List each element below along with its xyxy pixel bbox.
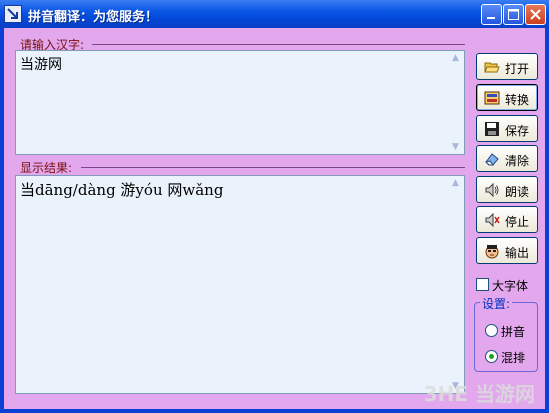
convert-button[interactable]: 转换 bbox=[476, 84, 538, 111]
clear-button[interactable]: 清除 bbox=[476, 145, 538, 172]
minimize-icon bbox=[487, 17, 495, 19]
window-title: 拼音翻译：为您服务！ bbox=[28, 10, 159, 25]
result-group-divider bbox=[81, 167, 465, 168]
input-textbox[interactable]: 当游网 ▲ ▼ bbox=[15, 50, 465, 155]
close-button[interactable] bbox=[525, 4, 546, 25]
read-aloud-button[interactable]: 朗读 bbox=[476, 176, 538, 203]
maximize-button[interactable] bbox=[503, 4, 524, 25]
open-folder-icon bbox=[484, 62, 500, 73]
minimize-button[interactable] bbox=[481, 4, 502, 25]
stop-button[interactable]: 停止 bbox=[476, 206, 538, 233]
clear-button-label: 清除 bbox=[505, 154, 530, 168]
face-icon bbox=[485, 245, 499, 259]
eraser-icon bbox=[485, 153, 499, 166]
output-button[interactable]: 输出 bbox=[476, 237, 538, 264]
save-button[interactable]: 保存 bbox=[476, 115, 538, 142]
client-area: 请输入汉字: 当游网 ▲ ▼ 显示结果: 当dāng/dàng 游yóu 网wǎ… bbox=[4, 28, 545, 409]
app-icon[interactable] bbox=[4, 5, 22, 23]
open-button[interactable]: 打开 bbox=[476, 53, 538, 80]
large-font-checkbox[interactable] bbox=[476, 278, 489, 291]
mixed-radio-label: 混排 bbox=[501, 351, 526, 365]
open-button-label: 打开 bbox=[505, 62, 530, 76]
input-group-divider bbox=[92, 44, 465, 45]
maximize-icon bbox=[508, 9, 519, 20]
scroll-up-icon[interactable]: ▲ bbox=[452, 53, 459, 63]
input-scrollbar[interactable]: ▲ ▼ bbox=[447, 51, 464, 154]
stop-button-label: 停止 bbox=[505, 215, 530, 229]
close-icon bbox=[530, 9, 541, 20]
app-window: 拼音翻译：为您服务！ 请输入汉字: 当游网 ▲ ▼ 显示结果: 当dāng/dà… bbox=[0, 0, 549, 413]
result-textbox[interactable]: 当dāng/dàng 游yóu 网wǎng ▲ ▼ bbox=[15, 175, 465, 394]
speaker-icon bbox=[485, 182, 499, 198]
result-group-label: 显示结果: bbox=[20, 161, 73, 175]
output-button-label: 输出 bbox=[505, 246, 530, 260]
floppy-disk-icon bbox=[485, 122, 499, 136]
mixed-radio[interactable] bbox=[485, 350, 498, 363]
pinyin-radio[interactable] bbox=[485, 324, 498, 337]
save-button-label: 保存 bbox=[505, 124, 530, 138]
settings-title: 设置: bbox=[480, 295, 513, 312]
input-text: 当游网 bbox=[20, 57, 62, 73]
scroll-down-icon[interactable]: ▼ bbox=[452, 142, 459, 152]
speaker-stop-icon bbox=[485, 212, 500, 228]
pinyin-radio-label: 拼音 bbox=[501, 325, 526, 339]
watermark-text: 3HE 当游网 bbox=[423, 382, 535, 406]
scroll-up-icon[interactable]: ▲ bbox=[452, 178, 459, 188]
convert-button-label: 转换 bbox=[505, 93, 530, 107]
read-aloud-button-label: 朗读 bbox=[505, 185, 530, 199]
large-font-label: 大字体 bbox=[492, 279, 529, 293]
title-bar[interactable]: 拼音翻译：为您服务！ bbox=[0, 0, 549, 28]
result-scrollbar[interactable]: ▲ ▼ bbox=[447, 176, 464, 393]
result-text: 当dāng/dàng 游yóu 网wǎng bbox=[20, 181, 224, 199]
convert-icon bbox=[484, 91, 500, 105]
